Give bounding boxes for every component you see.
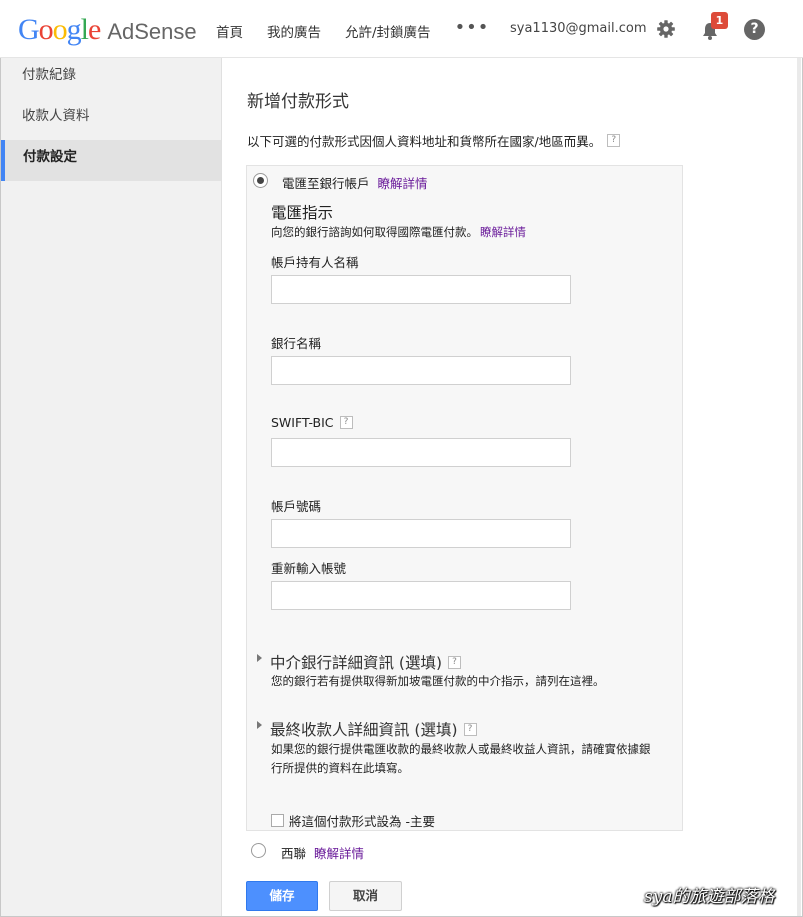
sidebar-item-payee-profile[interactable]: 收款人資料	[1, 99, 221, 140]
gear-icon[interactable]	[656, 19, 676, 39]
sidebar-item-payment-settings[interactable]: 付款設定	[1, 140, 221, 181]
nav-more-icon[interactable]: •••	[455, 19, 490, 41]
intermediary-bank-toggle[interactable]: 中介銀行詳細資訊 (選填) ?	[257, 651, 462, 673]
help-icon[interactable]: ?	[339, 416, 353, 429]
wire-learn-more-link[interactable]: 瞭解詳情	[378, 176, 428, 191]
primary-payment-label: 將這個付款形式設為 -主要	[289, 814, 435, 829]
wire-transfer-radio[interactable]	[253, 173, 268, 188]
help-icon[interactable]: ?	[448, 655, 462, 669]
account-number-input[interactable]	[271, 519, 571, 548]
western-union-radio[interactable]	[251, 843, 266, 858]
wire-instructions-title: 電匯指示	[271, 204, 334, 222]
intro-text: 以下可選的付款形式因個人資料地址和貨幣所在國家/地區而異。 ?	[247, 131, 621, 150]
wire-transfer-option: 電匯至銀行帳戶 瞭解詳情	[282, 176, 428, 191]
bank-name-input[interactable]	[271, 356, 571, 385]
save-button[interactable]: 儲存	[246, 881, 318, 911]
swift-label: SWIFT-BIC ?	[271, 415, 353, 430]
beneficiary-toggle[interactable]: 最終收款人詳細資訊 (選填) ?	[257, 718, 477, 740]
expand-triangle-icon	[257, 721, 262, 729]
western-union-option: 西聯 瞭解詳情	[281, 846, 365, 861]
bank-name-label: 銀行名稱	[271, 336, 322, 351]
account-number-confirm-input[interactable]	[271, 581, 571, 610]
sidebar-item-label: 付款紀錄	[22, 67, 76, 83]
watermark: sya的旅遊部落格	[644, 887, 775, 907]
sidebar-item-payment-history[interactable]: 付款紀錄	[1, 58, 221, 99]
primary-payment-checkbox[interactable]	[271, 814, 284, 827]
top-bar: Google AdSense 首頁 我的廣告 允許/封鎖廣告 ••• sya11…	[0, 0, 803, 58]
main-content: 新增付款形式 以下可選的付款形式因個人資料地址和貨幣所在國家/地區而異。 ? 電…	[222, 58, 802, 916]
wire-instructions-learn-more-link[interactable]: 瞭解詳情	[480, 225, 526, 239]
account-holder-label: 帳戶持有人名稱	[271, 255, 359, 270]
cancel-button[interactable]: 取消	[329, 881, 402, 911]
account-number-label: 帳戶號碼	[271, 499, 322, 514]
product-name: AdSense	[107, 19, 197, 44]
primary-payment-checkbox-row[interactable]: 將這個付款形式設為 -主要	[271, 811, 435, 830]
beneficiary-desc: 如果您的銀行提供電匯收款的最終收款人或最終收益人資訊，請確實依據銀行所提供的資料…	[271, 742, 651, 775]
top-nav: 首頁 我的廣告 允許/封鎖廣告 •••	[216, 19, 513, 42]
adsense-logo[interactable]: Google AdSense	[18, 13, 197, 47]
page-title: 新增付款形式	[247, 92, 349, 112]
help-icon[interactable]: ?	[607, 134, 621, 147]
western-union-learn-more-link[interactable]: 瞭解詳情	[314, 846, 364, 861]
account-holder-input[interactable]	[271, 275, 571, 304]
notification-badge: 1	[711, 12, 728, 29]
account-number-confirm-label: 重新輸入帳號	[271, 561, 347, 576]
intermediary-bank-desc: 您的銀行若有提供取得新加坡電匯付款的中介指示，請列在這裡。	[271, 674, 605, 688]
help-icon[interactable]: ?	[463, 722, 477, 736]
sidebar: 付款紀錄 收款人資料 付款設定	[1, 58, 222, 916]
swift-input[interactable]	[271, 438, 571, 467]
wire-transfer-panel: 電匯至銀行帳戶 瞭解詳情 電匯指示 向您的銀行諮詢如何取得國際電匯付款。 瞭解詳情 …	[246, 165, 683, 831]
account-email[interactable]: sya1130@gmail.com	[510, 21, 647, 36]
expand-triangle-icon	[257, 654, 262, 662]
sidebar-item-label: 收款人資料	[22, 108, 90, 124]
nav-home[interactable]: 首頁	[216, 21, 243, 41]
google-wordmark: Google	[18, 13, 101, 46]
nav-allow-block-ads[interactable]: 允許/封鎖廣告	[345, 21, 431, 41]
sidebar-item-label: 付款設定	[23, 149, 77, 165]
help-icon[interactable]: ?	[744, 19, 765, 40]
nav-my-ads[interactable]: 我的廣告	[267, 21, 321, 41]
wire-instructions-desc: 向您的銀行諮詢如何取得國際電匯付款。 瞭解詳情	[271, 225, 526, 239]
